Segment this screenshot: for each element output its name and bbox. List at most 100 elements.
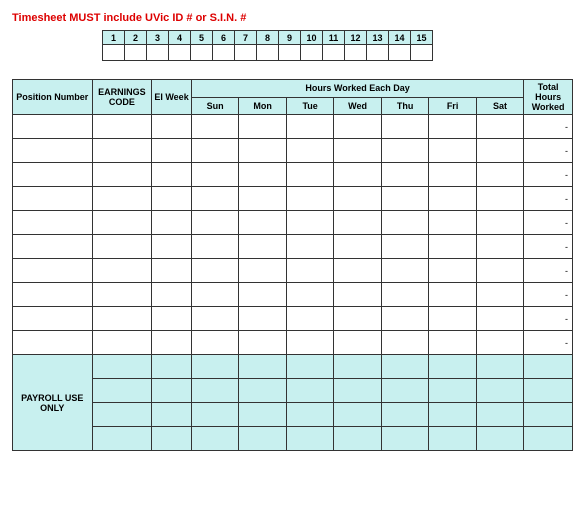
id-input-10[interactable] bbox=[301, 45, 323, 61]
cell[interactable] bbox=[239, 211, 286, 235]
cell[interactable] bbox=[429, 235, 476, 259]
cell[interactable] bbox=[92, 283, 152, 307]
cell[interactable] bbox=[152, 331, 192, 355]
cell[interactable] bbox=[92, 331, 152, 355]
cell[interactable] bbox=[334, 259, 381, 283]
cell[interactable] bbox=[381, 211, 428, 235]
cell[interactable] bbox=[191, 211, 238, 235]
cell[interactable] bbox=[429, 307, 476, 331]
id-input-12[interactable] bbox=[345, 45, 367, 61]
cell[interactable] bbox=[191, 331, 238, 355]
cell[interactable] bbox=[381, 115, 428, 139]
cell[interactable] bbox=[152, 115, 192, 139]
cell[interactable] bbox=[152, 211, 192, 235]
id-input-11[interactable] bbox=[323, 45, 345, 61]
cell[interactable] bbox=[152, 283, 192, 307]
cell[interactable] bbox=[286, 307, 333, 331]
cell[interactable] bbox=[92, 163, 152, 187]
cell[interactable] bbox=[429, 163, 476, 187]
cell[interactable] bbox=[286, 163, 333, 187]
cell[interactable] bbox=[286, 283, 333, 307]
id-input-1[interactable] bbox=[103, 45, 125, 61]
cell[interactable] bbox=[381, 235, 428, 259]
cell[interactable] bbox=[334, 139, 381, 163]
cell[interactable] bbox=[152, 235, 192, 259]
cell[interactable] bbox=[476, 307, 523, 331]
cell[interactable] bbox=[13, 211, 93, 235]
cell[interactable] bbox=[429, 283, 476, 307]
cell[interactable] bbox=[381, 163, 428, 187]
cell[interactable] bbox=[476, 163, 523, 187]
id-input-3[interactable] bbox=[147, 45, 169, 61]
cell[interactable] bbox=[286, 211, 333, 235]
cell[interactable] bbox=[429, 259, 476, 283]
cell[interactable] bbox=[286, 115, 333, 139]
cell[interactable] bbox=[476, 331, 523, 355]
cell[interactable] bbox=[13, 187, 93, 211]
cell[interactable] bbox=[152, 307, 192, 331]
cell[interactable] bbox=[13, 259, 93, 283]
cell[interactable] bbox=[239, 283, 286, 307]
id-input-6[interactable] bbox=[213, 45, 235, 61]
cell[interactable] bbox=[429, 187, 476, 211]
cell[interactable] bbox=[429, 331, 476, 355]
id-input-13[interactable] bbox=[367, 45, 389, 61]
cell[interactable] bbox=[13, 115, 93, 139]
cell[interactable] bbox=[239, 235, 286, 259]
cell[interactable] bbox=[286, 139, 333, 163]
cell[interactable] bbox=[191, 187, 238, 211]
cell[interactable] bbox=[381, 139, 428, 163]
cell[interactable] bbox=[13, 163, 93, 187]
cell[interactable] bbox=[92, 235, 152, 259]
cell[interactable] bbox=[239, 187, 286, 211]
cell[interactable] bbox=[429, 211, 476, 235]
cell[interactable] bbox=[476, 211, 523, 235]
cell[interactable] bbox=[334, 235, 381, 259]
cell[interactable] bbox=[13, 283, 93, 307]
cell[interactable] bbox=[381, 283, 428, 307]
cell[interactable] bbox=[381, 187, 428, 211]
id-input-9[interactable] bbox=[279, 45, 301, 61]
cell[interactable] bbox=[381, 259, 428, 283]
cell[interactable] bbox=[152, 259, 192, 283]
cell[interactable] bbox=[334, 283, 381, 307]
cell[interactable] bbox=[92, 307, 152, 331]
cell[interactable] bbox=[191, 139, 238, 163]
cell[interactable] bbox=[476, 283, 523, 307]
cell[interactable] bbox=[191, 259, 238, 283]
cell[interactable] bbox=[381, 331, 428, 355]
cell[interactable] bbox=[13, 235, 93, 259]
cell[interactable] bbox=[334, 211, 381, 235]
id-input-2[interactable] bbox=[125, 45, 147, 61]
cell[interactable] bbox=[92, 187, 152, 211]
cell[interactable] bbox=[476, 235, 523, 259]
cell[interactable] bbox=[286, 235, 333, 259]
cell[interactable] bbox=[152, 139, 192, 163]
cell[interactable] bbox=[191, 235, 238, 259]
cell[interactable] bbox=[239, 331, 286, 355]
cell[interactable] bbox=[429, 139, 476, 163]
cell[interactable] bbox=[239, 163, 286, 187]
id-input-8[interactable] bbox=[257, 45, 279, 61]
cell[interactable] bbox=[13, 331, 93, 355]
cell[interactable] bbox=[239, 115, 286, 139]
cell[interactable] bbox=[476, 259, 523, 283]
cell[interactable] bbox=[286, 187, 333, 211]
cell[interactable] bbox=[13, 139, 93, 163]
cell[interactable] bbox=[239, 307, 286, 331]
cell[interactable] bbox=[191, 283, 238, 307]
cell[interactable] bbox=[476, 139, 523, 163]
cell[interactable] bbox=[429, 115, 476, 139]
cell[interactable] bbox=[191, 307, 238, 331]
id-input-4[interactable] bbox=[169, 45, 191, 61]
cell[interactable] bbox=[476, 115, 523, 139]
cell[interactable] bbox=[152, 187, 192, 211]
cell[interactable] bbox=[286, 331, 333, 355]
cell[interactable] bbox=[334, 331, 381, 355]
cell[interactable] bbox=[381, 307, 428, 331]
id-input-7[interactable] bbox=[235, 45, 257, 61]
cell[interactable] bbox=[13, 307, 93, 331]
cell[interactable] bbox=[152, 163, 192, 187]
cell[interactable] bbox=[334, 187, 381, 211]
cell[interactable] bbox=[286, 259, 333, 283]
